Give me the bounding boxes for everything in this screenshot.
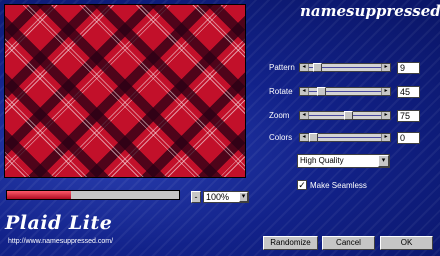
slider-right-arrow-icon[interactable]: ▸ bbox=[381, 134, 390, 141]
slider-left-arrow-icon[interactable]: ◂ bbox=[300, 64, 309, 71]
colors-value-field[interactable]: 0 bbox=[397, 132, 420, 144]
plaid-lite-window: - 100% ▾ namesuppressed Pattern ◂ ▸ 9 Ro… bbox=[0, 0, 440, 256]
pattern-label: Pattern bbox=[269, 63, 295, 72]
make-seamless-checkbox[interactable]: ✓ bbox=[297, 180, 307, 190]
slider-thumb[interactable] bbox=[309, 133, 318, 142]
slider-right-arrow-icon[interactable]: ▸ bbox=[381, 88, 390, 95]
zoom-dropdown-arrow-icon[interactable]: ▾ bbox=[239, 192, 248, 202]
quality-dropdown-arrow-icon[interactable]: ▾ bbox=[378, 155, 389, 167]
pattern-slider[interactable]: ◂ ▸ bbox=[299, 63, 391, 72]
rotate-label: Rotate bbox=[269, 87, 293, 96]
ok-button[interactable]: OK bbox=[380, 236, 433, 250]
slider-thumb[interactable] bbox=[343, 111, 353, 120]
zoom-value: 100% bbox=[206, 192, 230, 202]
randomize-button[interactable]: Randomize bbox=[263, 236, 318, 250]
colors-slider[interactable]: ◂ ▸ bbox=[299, 133, 391, 142]
make-seamless-label[interactable]: Make Seamless bbox=[310, 181, 367, 190]
slider-track bbox=[309, 137, 381, 138]
zoom-value-field[interactable]: 75 bbox=[397, 110, 420, 122]
website-url[interactable]: http://www.namesuppressed.com/ bbox=[8, 238, 113, 245]
pattern-value-field[interactable]: 9 bbox=[397, 62, 420, 74]
cancel-button[interactable]: Cancel bbox=[322, 236, 375, 250]
brand-name: namesuppressed bbox=[300, 2, 440, 20]
quality-value: High Quality bbox=[300, 156, 344, 165]
slider-thumb[interactable] bbox=[316, 87, 326, 96]
slider-left-arrow-icon[interactable]: ◂ bbox=[300, 88, 309, 95]
slider-left-arrow-icon[interactable]: ◂ bbox=[300, 134, 309, 141]
zoom-out-button[interactable]: - bbox=[191, 191, 201, 203]
zoom-slider[interactable]: ◂ ▸ bbox=[299, 111, 391, 120]
render-progress-bar bbox=[6, 190, 180, 200]
app-title-logo: Plaid Lite bbox=[5, 212, 113, 234]
quality-select[interactable]: High Quality bbox=[297, 154, 390, 168]
rotate-value-field[interactable]: 45 bbox=[397, 86, 420, 98]
plaid-preview-canvas[interactable] bbox=[4, 4, 246, 178]
rotate-slider[interactable]: ◂ ▸ bbox=[299, 87, 391, 96]
zoom-label: Zoom bbox=[269, 111, 290, 120]
colors-label: Colors bbox=[269, 133, 293, 142]
slider-right-arrow-icon[interactable]: ▸ bbox=[381, 112, 390, 119]
slider-right-arrow-icon[interactable]: ▸ bbox=[381, 64, 390, 71]
slider-thumb[interactable] bbox=[313, 63, 323, 72]
slider-left-arrow-icon[interactable]: ◂ bbox=[300, 112, 309, 119]
render-progress-fill bbox=[7, 191, 71, 199]
